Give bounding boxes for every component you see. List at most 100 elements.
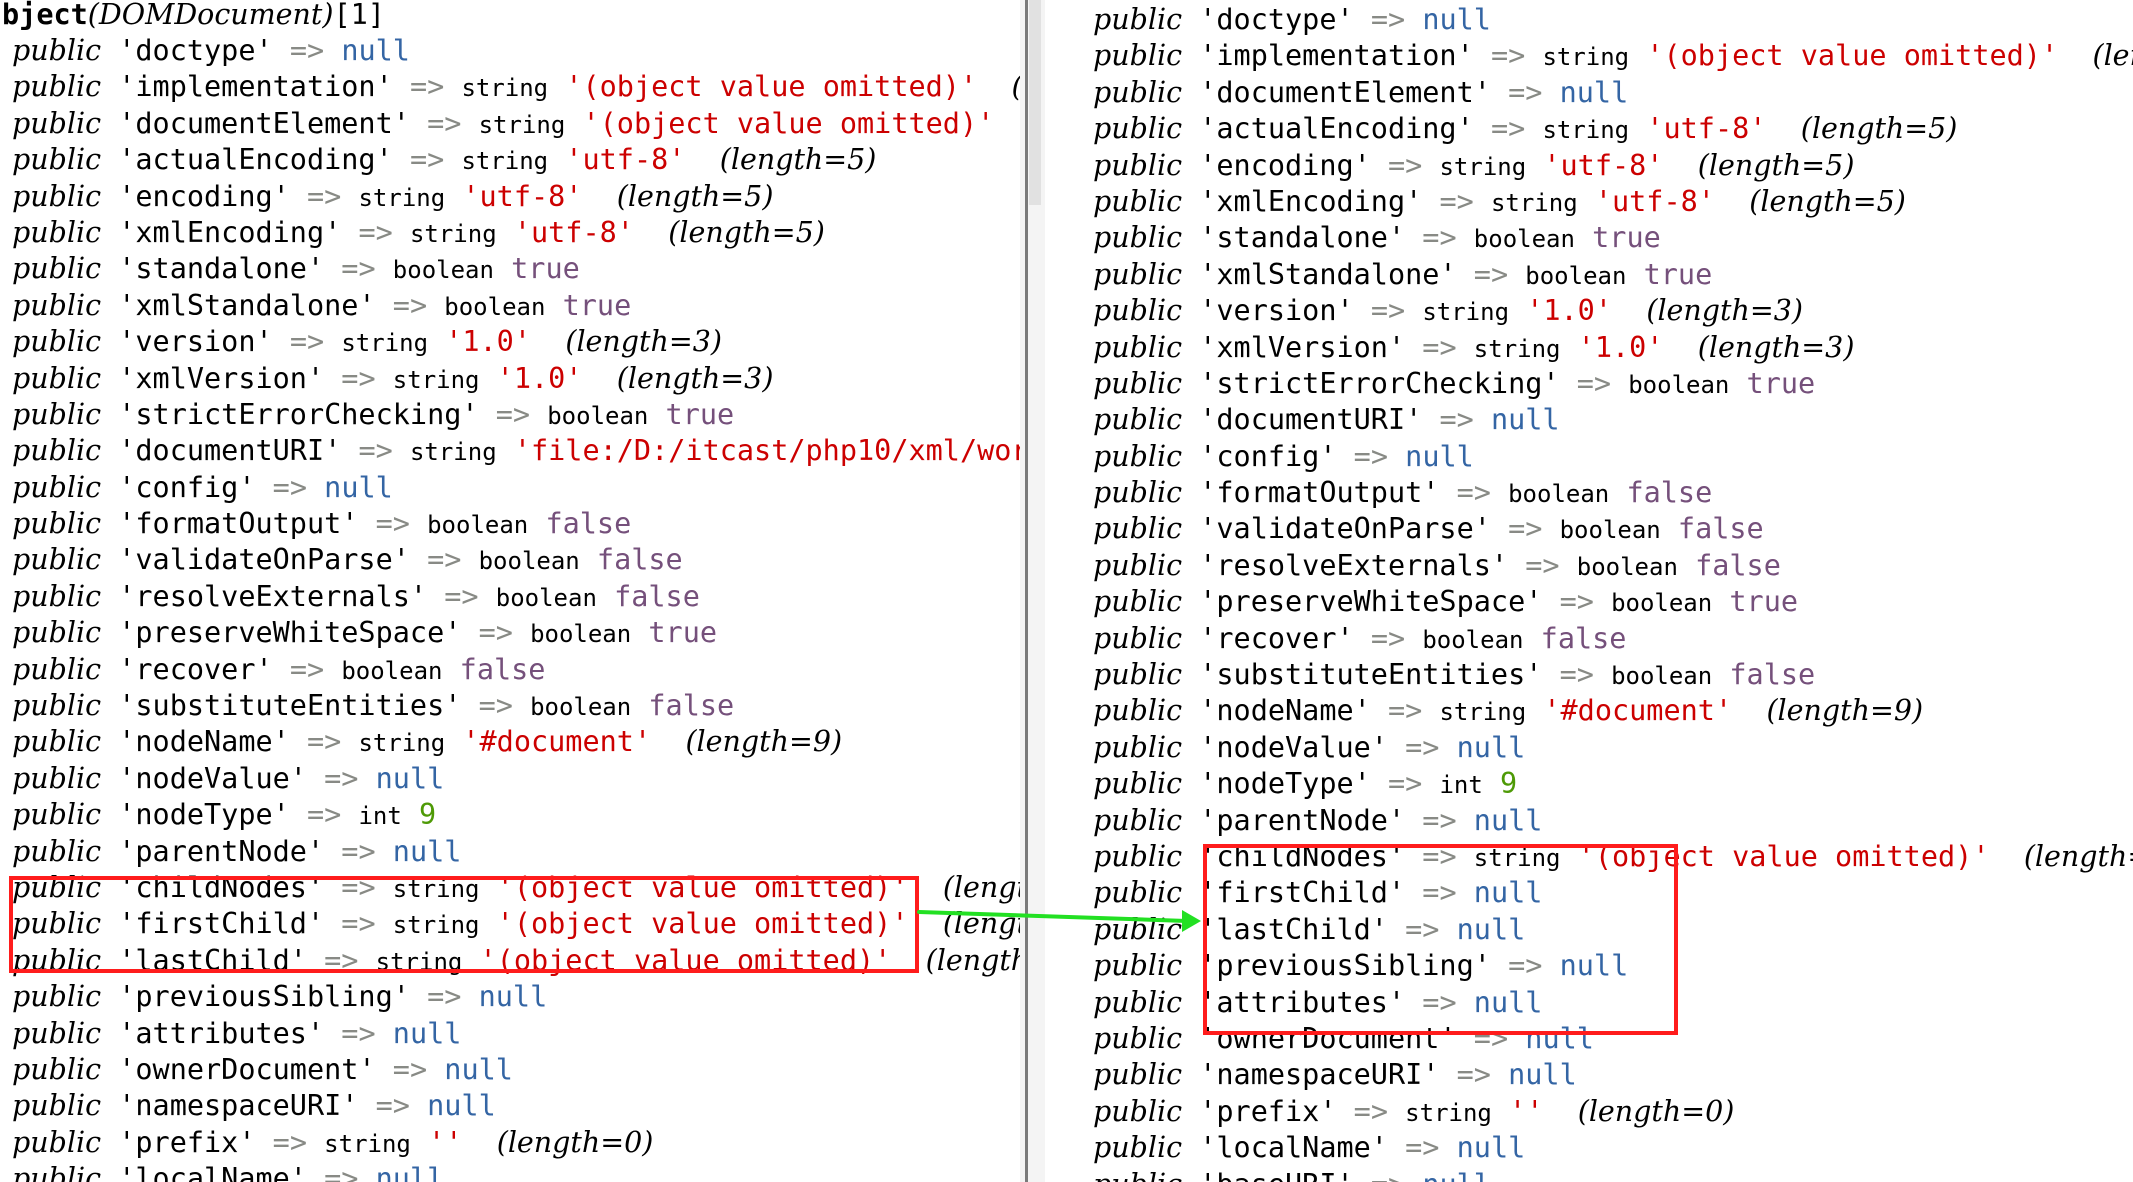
property-value: false xyxy=(596,543,683,577)
value-type: string xyxy=(1490,188,1578,217)
property-name: 'nodeType' xyxy=(118,798,290,832)
property-row: public 'recover' => boolean false xyxy=(0,652,1020,688)
assign-arrow: => xyxy=(375,1089,410,1123)
visibility-keyword: public xyxy=(12,543,102,577)
value-type: string xyxy=(341,329,429,358)
assign-arrow: => xyxy=(392,1052,428,1086)
property-name: 'preserveWhiteSpace' xyxy=(1199,585,1543,619)
property-row: public 'strictErrorChecking' => boolean … xyxy=(1045,366,2133,402)
property-row: public 'parentNode' => null xyxy=(0,834,1020,870)
visibility-keyword: public xyxy=(1093,1168,1182,1182)
assign-arrow: => xyxy=(1559,585,1594,619)
property-name: 'parentNode' xyxy=(118,834,325,868)
value-type: boolean xyxy=(427,511,529,540)
assign-arrow: => xyxy=(1353,1094,1388,1128)
property-value: false xyxy=(648,689,735,723)
value-length: (length=0) xyxy=(1577,1094,1735,1128)
assign-arrow: => xyxy=(1508,512,1543,546)
property-name: 'localName' xyxy=(1199,1131,1388,1165)
value-type: string xyxy=(1439,152,1527,181)
assign-arrow: => xyxy=(1405,1131,1440,1165)
visibility-keyword: public xyxy=(12,652,102,686)
property-row: public 'substituteEntities' => boolean f… xyxy=(0,688,1020,724)
value-length: (length=3) xyxy=(565,325,722,359)
value-type: boolean xyxy=(1611,589,1713,618)
property-value: null xyxy=(392,834,462,868)
property-name: 'encoding' xyxy=(118,179,290,213)
value-type: boolean xyxy=(530,693,632,722)
scrollbar-thumb[interactable] xyxy=(1029,0,1041,205)
assign-arrow: => xyxy=(495,397,531,431)
property-row: public 'localName' => null xyxy=(0,1161,1020,1182)
assign-arrow: => xyxy=(444,579,479,613)
property-row: public 'formatOutput' => boolean false xyxy=(1045,475,2133,511)
value-length: (length=22 xyxy=(925,943,1020,977)
property-value: false xyxy=(459,652,546,686)
property-name: 'substituteEntities' xyxy=(1199,658,1543,692)
property-name: 'version' xyxy=(118,325,273,359)
property-name: 'version' xyxy=(1199,294,1354,328)
visibility-keyword: public xyxy=(1093,403,1183,437)
visibility-keyword: public xyxy=(1093,184,1183,218)
visibility-keyword: public xyxy=(12,725,102,759)
property-name: 'strictErrorChecking' xyxy=(118,397,479,431)
value-length: (length=9) xyxy=(1766,694,1924,728)
property-name: 'localName' xyxy=(118,1162,307,1182)
pane-divider[interactable] xyxy=(1020,0,1045,1182)
divider-line xyxy=(1025,0,1028,1182)
value-type: boolean xyxy=(444,292,546,321)
property-row: public 'namespaceURI' => null xyxy=(0,1088,1020,1124)
property-value: '(object value omitted)' xyxy=(1646,39,2059,73)
property-row: public 'xmlStandalone' => boolean true xyxy=(0,288,1020,324)
visibility-keyword: public xyxy=(1093,694,1183,728)
property-name: 'documentURI' xyxy=(118,434,342,468)
visibility-keyword: public xyxy=(1093,148,1183,182)
property-value: null xyxy=(341,34,410,67)
property-value: null xyxy=(1456,1131,1526,1165)
property-row: public 'attributes' => null xyxy=(0,1016,1020,1052)
property-row: public 'nodeName' => string '#document' … xyxy=(1045,693,2133,729)
property-name: 'resolveExternals' xyxy=(118,579,428,613)
property-name: 'validateOnParse' xyxy=(118,543,410,577)
assign-arrow: => xyxy=(306,725,342,759)
property-name: 'formatOutput' xyxy=(118,507,359,541)
value-type: boolean xyxy=(1473,225,1575,254)
value-type: boolean xyxy=(1422,625,1524,654)
left-dump-pane[interactable]: bject(DOMDocument)[1] public 'doctype' =… xyxy=(0,0,1020,1182)
property-row: public 'encoding' => string 'utf-8' (len… xyxy=(1045,148,2133,184)
property-value: true xyxy=(648,616,718,650)
visibility-keyword: public xyxy=(12,761,102,795)
visibility-keyword: public xyxy=(1093,221,1183,255)
property-value: false xyxy=(1626,476,1713,510)
value-type: boolean xyxy=(495,583,597,612)
visibility-keyword: public xyxy=(1093,39,1183,73)
value-length: (length=5) xyxy=(616,179,774,213)
property-row: public 'namespaceURI' => null xyxy=(1045,1057,2133,1093)
visibility-keyword: public xyxy=(1093,330,1183,364)
property-value: true xyxy=(1729,585,1799,619)
property-row: public 'preserveWhiteSpace' => boolean t… xyxy=(0,615,1020,651)
property-value: null xyxy=(1405,439,1474,473)
assign-arrow: => xyxy=(1353,439,1388,473)
property-name: 'recover' xyxy=(1199,621,1354,655)
visibility-keyword: public xyxy=(1093,585,1183,619)
property-value: true xyxy=(511,252,580,286)
assign-arrow: => xyxy=(1405,730,1440,764)
assign-arrow: => xyxy=(1387,694,1423,728)
property-name: 'xmlVersion' xyxy=(1199,330,1406,364)
property-row: public 'doctype' => null xyxy=(1045,2,2133,38)
property-value: '1.0' xyxy=(445,325,531,359)
property-row: public 'documentElement' => null xyxy=(1045,75,2133,111)
value-type: boolean xyxy=(1628,370,1730,399)
value-type: string xyxy=(358,183,446,212)
property-row: public 'validateOnParse' => boolean fals… xyxy=(1045,511,2133,547)
assign-arrow: => xyxy=(341,361,376,395)
object-dump-heading: bject(DOMDocument)[1] xyxy=(2,0,385,33)
property-name: 'parentNode' xyxy=(1199,803,1406,837)
visibility-keyword: public xyxy=(12,325,102,359)
property-row: public 'ownerDocument' => null xyxy=(0,1052,1020,1088)
property-row: public 'resolveExternals' => boolean fal… xyxy=(0,579,1020,615)
assign-arrow: => xyxy=(272,470,307,504)
property-value: false xyxy=(1729,658,1816,692)
visibility-keyword: public xyxy=(1093,1058,1183,1092)
